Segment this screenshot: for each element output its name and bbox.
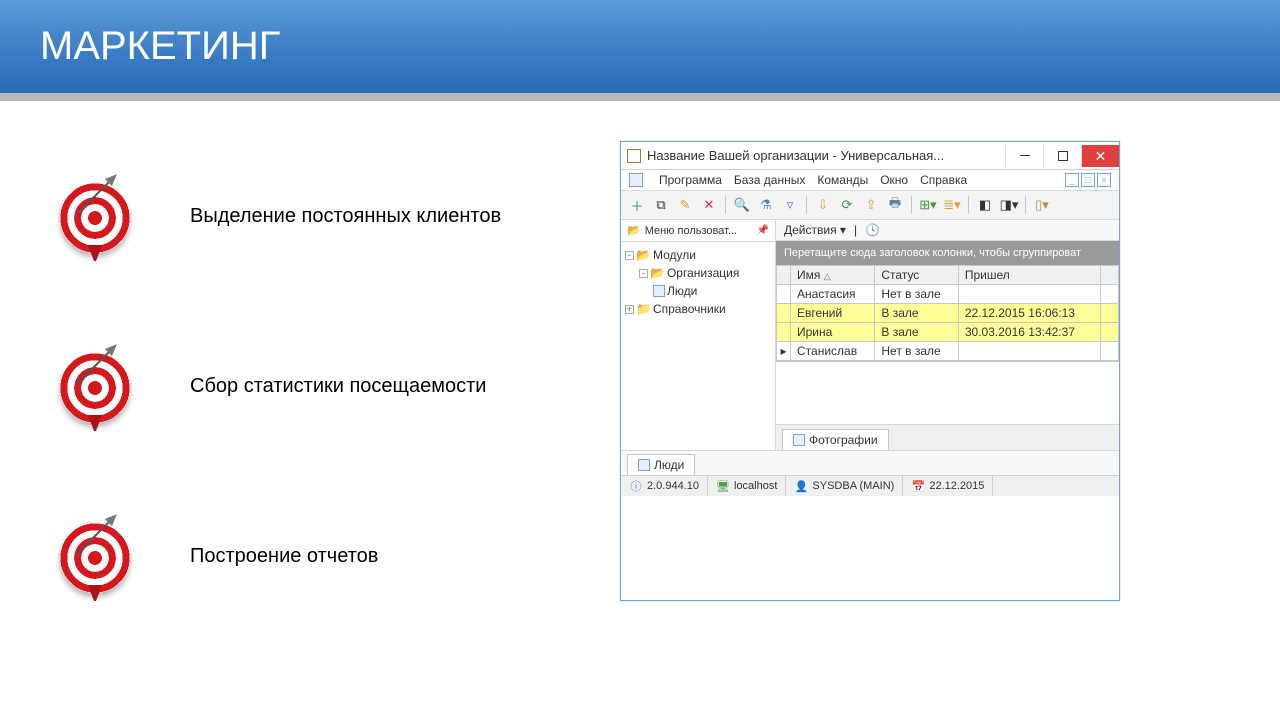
target-icon xyxy=(60,511,150,601)
window-title: Название Вашей организации - Универсальн… xyxy=(647,148,1005,163)
col-status: Статус xyxy=(875,266,959,285)
col-name: Имя △ xyxy=(791,266,875,285)
print-button[interactable]: 🖶 xyxy=(885,195,905,215)
menu-item[interactable]: Команды xyxy=(817,173,868,187)
edit-button[interactable]: ✎ xyxy=(675,195,695,215)
pin-icon[interactable]: 📌 xyxy=(757,225,769,236)
sidebar: 📂 Меню пользоват... 📌 -📂Модули -📂Организ… xyxy=(621,220,776,450)
app-icon xyxy=(627,149,641,163)
titlebar[interactable]: Название Вашей организации - Универсальн… xyxy=(621,142,1119,170)
book-button[interactable]: ▯▾ xyxy=(1032,195,1052,215)
status-user: 👤SYSDBA (MAIN) xyxy=(786,476,903,496)
menu-item[interactable]: Справка xyxy=(920,173,967,187)
bullet-item: Сбор статистики посещаемости xyxy=(60,341,580,431)
status-version: ⓘ2.0.944.10 xyxy=(621,476,708,496)
bullet-list: Выделение постоянных клиентов Сбор стати… xyxy=(60,141,580,601)
maximize-button[interactable] xyxy=(1043,145,1081,167)
target-icon xyxy=(60,171,150,261)
action2-button[interactable]: ◨▾ xyxy=(999,195,1019,215)
slide-title: МАРКЕТИНГ xyxy=(0,0,1280,101)
delete-button[interactable]: ✕ xyxy=(699,195,719,215)
table-row: АнастасияНет в зале xyxy=(777,285,1119,304)
bullet-item: Построение отчетов xyxy=(60,511,580,601)
status-date: 📅22.12.2015 xyxy=(903,476,993,496)
table-row: ИринаВ зале30.03.2016 13:42:37 xyxy=(777,323,1119,342)
filter-button[interactable]: ⚗ xyxy=(756,195,776,215)
data-grid[interactable]: Имя △ Статус Пришел АнастасияНет в зале … xyxy=(776,265,1119,361)
target-icon xyxy=(60,341,150,431)
export-button[interactable]: ⇪ xyxy=(861,195,881,215)
minimize-button[interactable] xyxy=(1005,145,1043,167)
close-button[interactable]: ✕ xyxy=(1081,145,1119,167)
tree-node-organization[interactable]: -📂Организация xyxy=(625,264,771,282)
actions-bar: Действия ▾ | 🕓 xyxy=(776,220,1119,241)
search-button[interactable]: 🔍 xyxy=(732,195,752,215)
report-button[interactable]: ≣▾ xyxy=(942,195,962,215)
table-row: ЕвгенийВ зале22.12.2015 16:06:13 xyxy=(777,304,1119,323)
sidebar-title: Меню пользоват... xyxy=(645,225,737,237)
excel-button[interactable]: ⊞▾ xyxy=(918,195,938,215)
import-button[interactable]: ⇩ xyxy=(813,195,833,215)
bullet-text: Построение отчетов xyxy=(190,545,378,568)
bullet-item: Выделение постоянных клиентов xyxy=(60,171,580,261)
copy-button[interactable]: ⧉ xyxy=(651,195,671,215)
application-window: Название Вашей организации - Универсальн… xyxy=(620,141,1120,601)
status-host: 🖥localhost xyxy=(708,476,786,496)
main-panel: Действия ▾ | 🕓 Перетащите сюда заголовок… xyxy=(776,220,1119,450)
col-arrived: Пришел xyxy=(958,266,1100,285)
menu-item[interactable]: Программа xyxy=(659,173,722,187)
clock-icon[interactable]: 🕓 xyxy=(865,223,880,237)
actions-dropdown[interactable]: Действия ▾ xyxy=(784,223,846,237)
tab-photos[interactable]: Фотографии xyxy=(782,429,889,450)
add-button[interactable]: ＋ xyxy=(627,195,647,215)
mdi-buttons[interactable]: _□× xyxy=(1065,173,1111,187)
bullet-text: Сбор статистики посещаемости xyxy=(190,375,486,398)
group-panel[interactable]: Перетащите сюда заголовок колонки, чтобы… xyxy=(776,241,1119,265)
bottom-tabs: Люди xyxy=(621,450,1119,475)
funnel-button[interactable]: ▿ xyxy=(780,195,800,215)
detail-tabs: Фотографии xyxy=(776,424,1119,450)
table-row: ▸СтаниславНет в зале xyxy=(777,342,1119,361)
refresh-button[interactable]: ⟳ xyxy=(837,195,857,215)
action1-button[interactable]: ◧ xyxy=(975,195,995,215)
tree: -📂Модули -📂Организация Люди +📁Справочник… xyxy=(621,242,775,322)
toolbar: ＋ ⧉ ✎ ✕ 🔍 ⚗ ▿ ⇩ ⟳ ⇪ 🖶 ⊞▾ ≣▾ ◧ ◨▾ ▯▾ xyxy=(621,191,1119,220)
tree-node-references[interactable]: +📁Справочники xyxy=(625,300,771,318)
statusbar: ⓘ2.0.944.10 🖥localhost 👤SYSDBA (MAIN) 📅2… xyxy=(621,475,1119,496)
document-icon xyxy=(629,173,643,187)
folder-icon: 📂 xyxy=(627,224,641,237)
bullet-text: Выделение постоянных клиентов xyxy=(190,205,501,228)
tree-node-modules[interactable]: -📂Модули xyxy=(625,246,771,264)
menu-item[interactable]: База данных xyxy=(734,173,805,187)
tree-node-people[interactable]: Люди xyxy=(625,282,771,300)
menubar: Программа База данных Команды Окно Справ… xyxy=(621,170,1119,191)
menu-item[interactable]: Окно xyxy=(880,173,908,187)
sidebar-header: 📂 Меню пользоват... 📌 xyxy=(621,220,775,242)
tab-people[interactable]: Люди xyxy=(627,454,695,475)
